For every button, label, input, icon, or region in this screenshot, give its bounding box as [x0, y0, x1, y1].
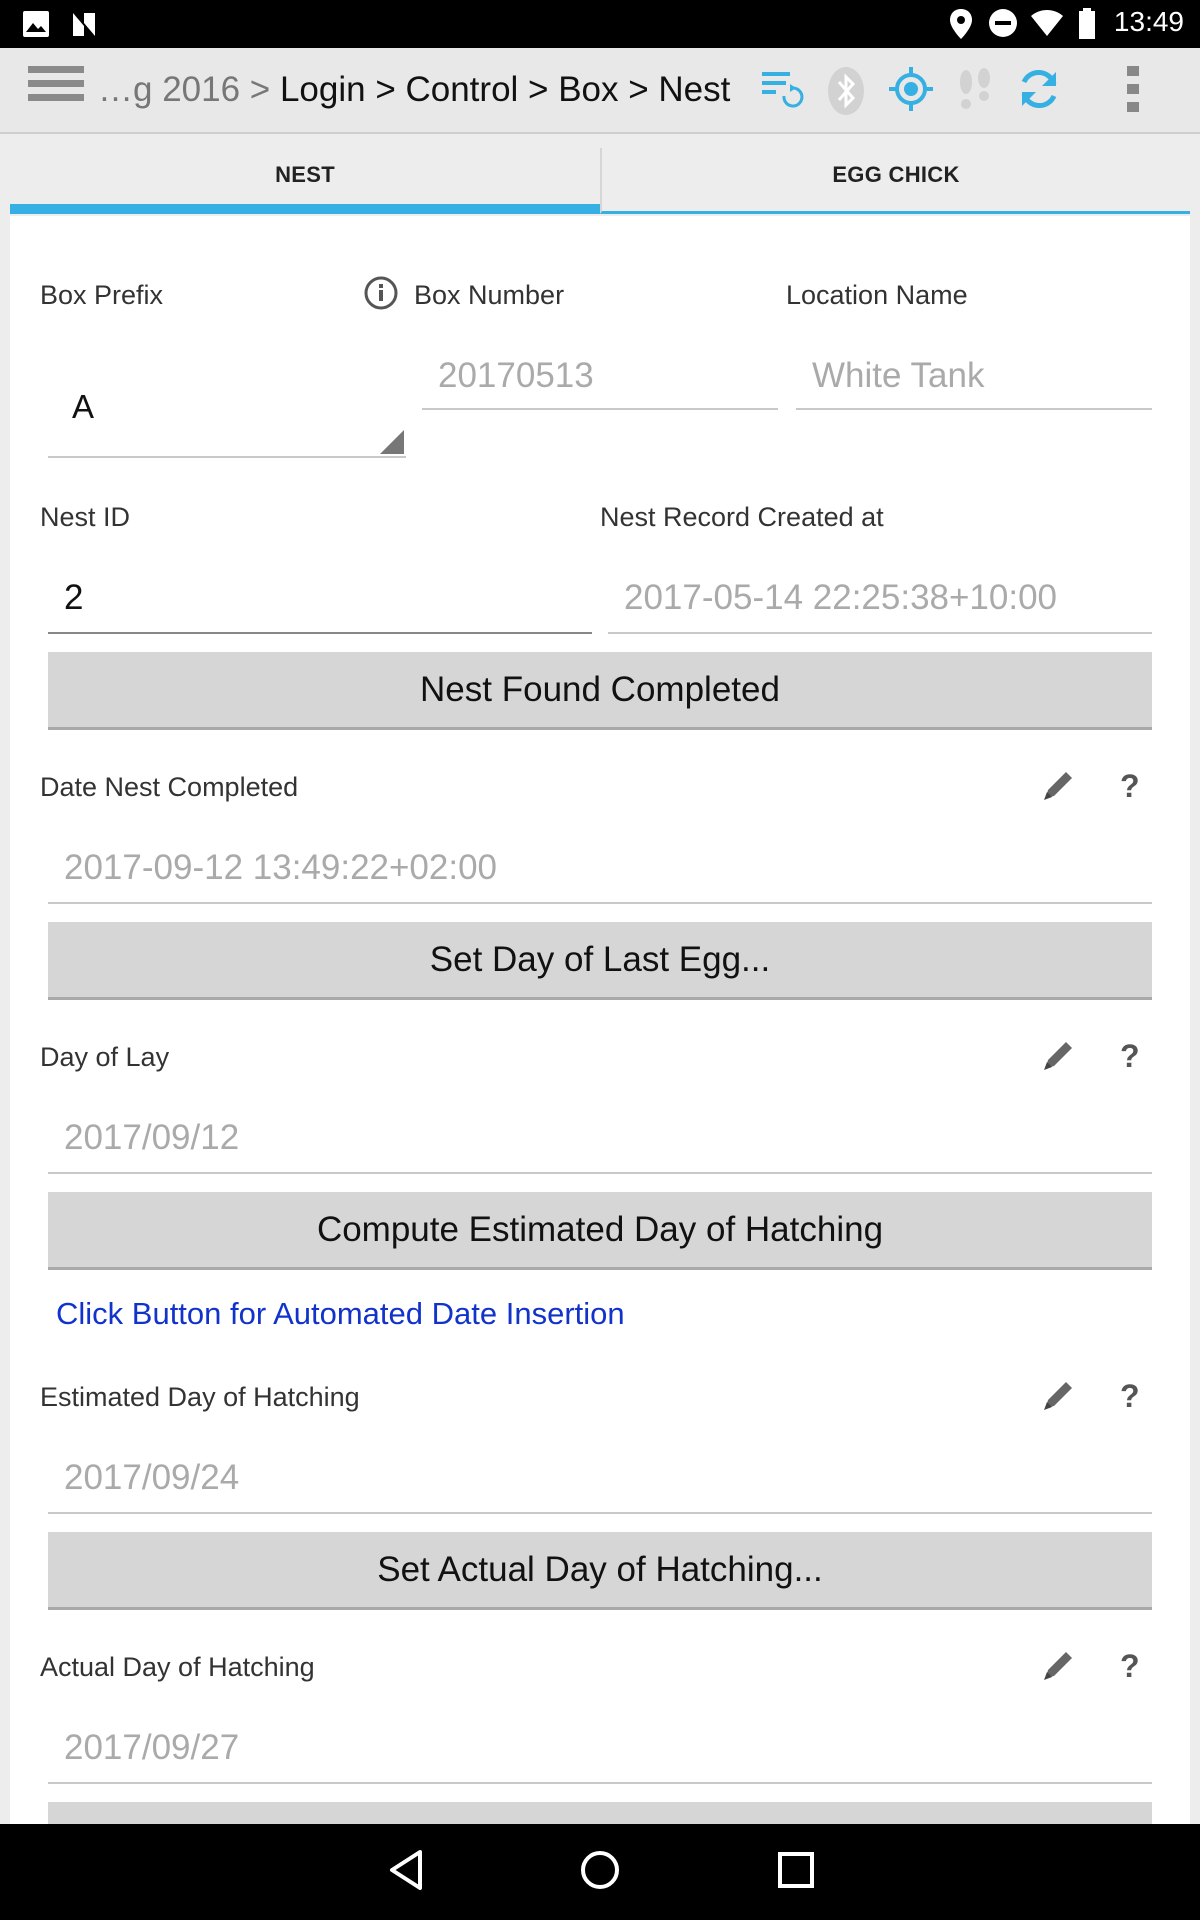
actual-hatch-field[interactable]: 2017/09/27 [48, 1728, 1152, 1784]
location-icon [950, 9, 972, 39]
next-button-partial[interactable] [48, 1802, 1152, 1826]
refresh-icon[interactable] [1016, 66, 1062, 112]
breadcrumb: …g 2016 > Login > Control > Box > Nest [98, 70, 730, 110]
nest-created-field[interactable]: 2017-05-14 22:25:38+10:00 [608, 578, 1152, 634]
box-prefix-spinner[interactable]: A [48, 366, 406, 458]
compute-estimated-hatch-button[interactable]: Compute Estimated Day of Hatching [48, 1192, 1152, 1270]
nest-created-label: Nest Record Created at [600, 502, 884, 532]
help-icon[interactable]: ? [1120, 1648, 1140, 1685]
location-name-label: Location Name [786, 280, 968, 310]
home-icon[interactable] [578, 1846, 622, 1894]
clock: 13:49 [1113, 6, 1184, 37]
gps-icon[interactable] [888, 66, 934, 112]
back-icon[interactable] [384, 1846, 428, 1894]
pencil-icon[interactable] [1040, 1378, 1076, 1414]
bluetooth-icon[interactable] [826, 66, 866, 116]
nest-id-field[interactable]: 2 [48, 578, 592, 634]
tab-egg-chick[interactable]: EGG CHICK [600, 148, 1190, 214]
navigation-bar [0, 1824, 1200, 1920]
box-prefix-value: A [72, 388, 95, 425]
status-bar: 13:49 [0, 0, 1200, 48]
help-icon[interactable]: ? [1120, 1378, 1140, 1415]
nest-id-label: Nest ID [40, 502, 131, 532]
recents-icon[interactable] [774, 1846, 818, 1894]
footsteps-icon[interactable] [954, 66, 996, 114]
box-prefix-label: Box Prefix [40, 280, 164, 310]
tab-nest[interactable]: NEST [10, 148, 600, 214]
est-hatch-label: Estimated Day of Hatching [40, 1382, 360, 1412]
tab-bar: NEST EGG CHICK [10, 148, 1190, 214]
box-number-label: Box Number [414, 280, 565, 310]
do-not-disturb-icon [989, 9, 1017, 37]
wifi-icon [1031, 10, 1063, 36]
pencil-icon[interactable] [1040, 1648, 1076, 1684]
set-actual-hatch-button[interactable]: Set Actual Day of Hatching... [48, 1532, 1152, 1610]
n-notification-icon [73, 13, 95, 36]
day-of-lay-label: Day of Lay [40, 1042, 170, 1072]
dropdown-triangle-icon [380, 430, 404, 454]
overflow-icon[interactable] [1126, 64, 1140, 116]
battery-icon [1079, 8, 1095, 39]
help-icon[interactable]: ? [1120, 768, 1140, 805]
breadcrumb-main[interactable]: Login > Control > Box > Nest [280, 70, 730, 109]
box-number-field[interactable]: 20170513 [422, 356, 778, 410]
nest-found-completed-button[interactable]: Nest Found Completed [48, 652, 1152, 730]
location-name-field[interactable]: White Tank [796, 356, 1152, 410]
day-of-lay-field[interactable]: 2017/09/12 [48, 1118, 1152, 1174]
menu-icon[interactable] [28, 66, 84, 114]
set-last-egg-button[interactable]: Set Day of Last Egg... [48, 922, 1152, 1000]
action-bar: …g 2016 > Login > Control > Box > Nest [0, 48, 1200, 134]
automated-date-hint: Click Button for Automated Date Insertio… [56, 1296, 625, 1331]
help-icon[interactable]: ? [1120, 1038, 1140, 1075]
pencil-icon[interactable] [1040, 1038, 1076, 1074]
pencil-icon[interactable] [1040, 768, 1076, 804]
image-notification-icon [23, 11, 49, 37]
sync-settings-icon[interactable] [760, 66, 804, 110]
breadcrumb-faded[interactable]: …g 2016 > [98, 70, 270, 109]
est-hatch-field[interactable]: 2017/09/24 [48, 1458, 1152, 1514]
date-nest-completed-field[interactable]: 2017-09-12 13:49:22+02:00 [48, 848, 1152, 904]
date-nest-completed-label: Date Nest Completed [40, 772, 299, 802]
nest-form: Box Prefix Box Number Location Name A 20… [10, 216, 1190, 1826]
actual-hatch-label: Actual Day of Hatching [40, 1652, 315, 1682]
info-icon[interactable] [364, 276, 398, 310]
